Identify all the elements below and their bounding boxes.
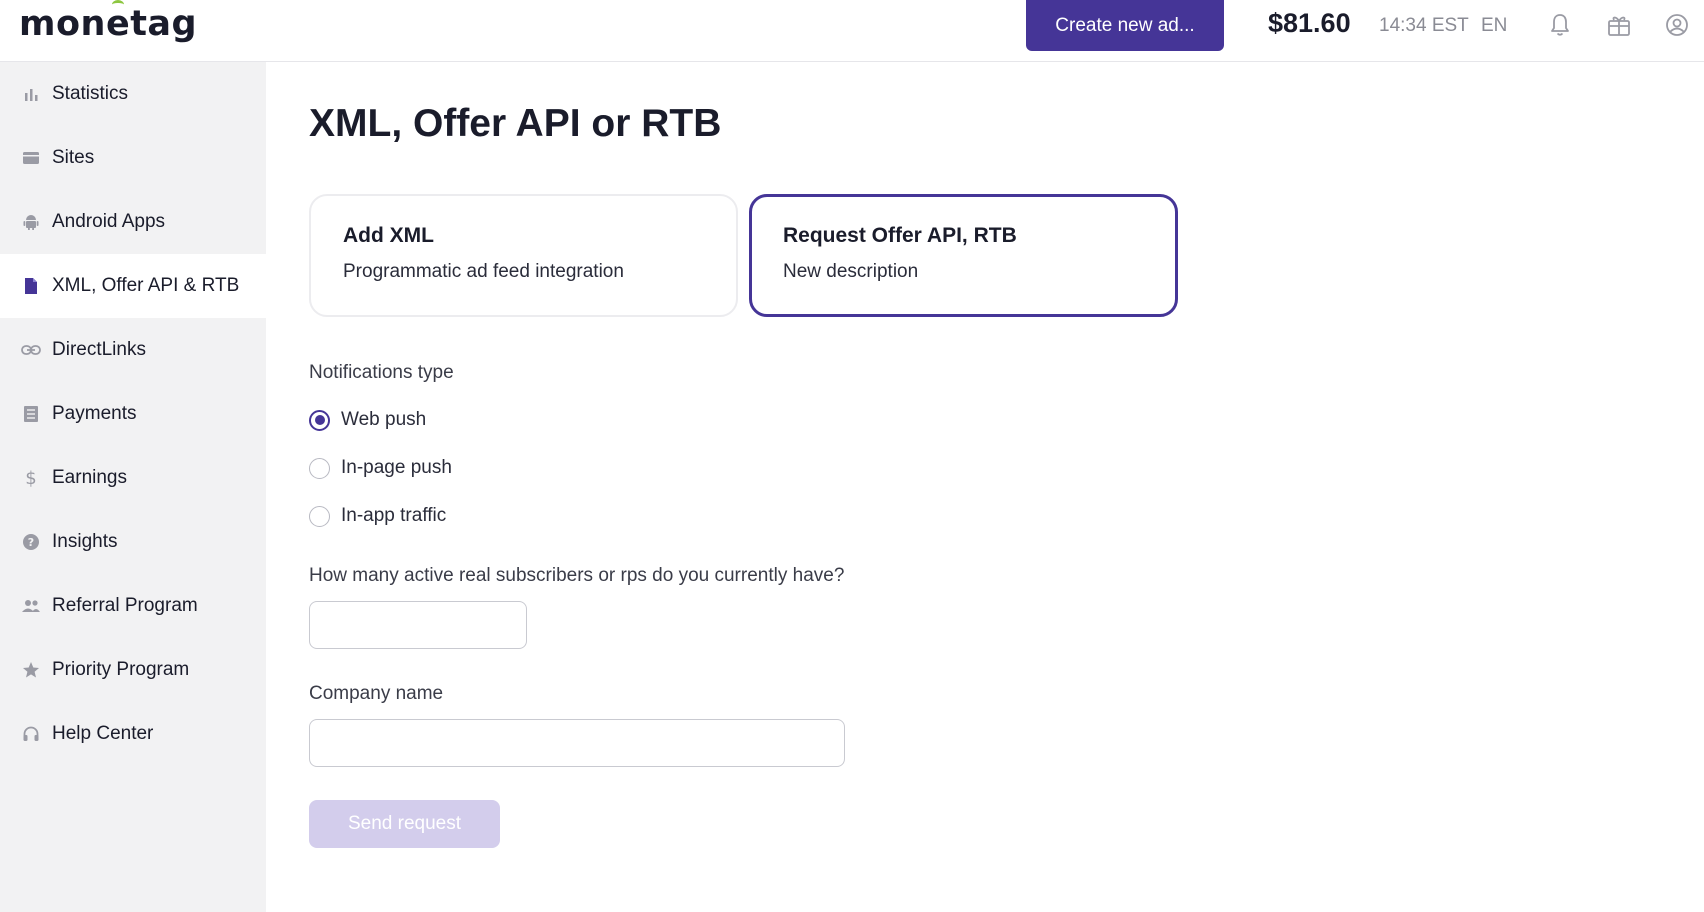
sidebar-item-label: Insights	[52, 531, 118, 552]
sidebar-item-label: XML, Offer API & RTB	[52, 275, 240, 296]
sidebar-item-label: Android Apps	[52, 211, 166, 232]
link-icon	[21, 340, 41, 360]
radio-in-app-traffic[interactable]: In-app traffic	[309, 503, 446, 529]
sidebar: Statistics Sites Android Apps XML, Offer…	[0, 62, 266, 912]
android-icon	[21, 212, 41, 232]
language-selector[interactable]: EN	[1481, 15, 1507, 37]
radio-in-page-push[interactable]: In-page push	[309, 455, 452, 481]
card-description: Programmatic ad feed integration	[343, 261, 624, 282]
sidebar-item-android-apps[interactable]: Android Apps	[0, 190, 266, 254]
notifications-type-label: Notifications type	[309, 362, 454, 383]
browser-icon	[21, 148, 41, 168]
svg-text:?: ?	[28, 536, 34, 549]
sidebar-item-xml-offer-api-rtb[interactable]: XML, Offer API & RTB	[0, 254, 266, 318]
sidebar-item-priority-program[interactable]: Priority Program	[0, 638, 266, 702]
help-circle-icon: ?	[21, 532, 41, 552]
sidebar-item-label: Priority Program	[52, 659, 190, 680]
send-request-button[interactable]: Send request	[309, 800, 500, 848]
sidebar-item-sites[interactable]: Sites	[0, 126, 266, 190]
receipt-icon	[21, 404, 41, 424]
subscribers-question-label: How many active real subscribers or rps …	[309, 565, 845, 586]
sidebar-item-label: Sites	[52, 147, 95, 168]
headset-icon	[21, 724, 41, 744]
star-icon	[21, 660, 41, 680]
account-balance: $81.60	[1268, 8, 1351, 38]
sidebar-item-label: DirectLinks	[52, 339, 146, 360]
sidebar-item-payments[interactable]: Payments	[0, 382, 266, 446]
sidebar-item-label: Referral Program	[52, 595, 198, 616]
card-title: Add XML	[343, 224, 434, 247]
logo-text-accent: e	[105, 0, 131, 44]
sidebar-item-insights[interactable]: ? Insights	[0, 510, 266, 574]
top-header: mon e tag Create new ad... $81.60 14:34 ES…	[0, 0, 1704, 62]
sidebar-item-directlinks[interactable]: DirectLinks	[0, 318, 266, 382]
dollar-icon: $	[25, 467, 37, 489]
document-icon	[21, 276, 41, 296]
monetag-logo[interactable]: mon e tag	[19, 0, 198, 44]
radio-label: In-page push	[341, 457, 452, 478]
card-title: Request Offer API, RTB	[783, 224, 1017, 247]
page-title: XML, Offer API or RTB	[309, 102, 722, 145]
gift-icon[interactable]	[1606, 12, 1632, 38]
logo-text-start: mon	[19, 4, 106, 44]
people-icon	[21, 596, 41, 616]
request-offer-api-rtb-card[interactable]: Request Offer API, RTB New description	[749, 194, 1178, 317]
sidebar-item-help-center[interactable]: Help Center	[0, 702, 266, 766]
radio-web-push[interactable]: Web push	[309, 407, 426, 433]
sidebar-item-statistics[interactable]: Statistics	[0, 62, 266, 126]
sidebar-item-referral-program[interactable]: Referral Program	[0, 574, 266, 638]
current-time: 14:34 EST	[1379, 15, 1469, 36]
subscribers-input[interactable]	[309, 601, 527, 649]
company-name-input[interactable]	[309, 719, 845, 767]
sidebar-item-label: Earnings	[52, 467, 127, 488]
create-new-ad-button[interactable]: Create new ad...	[1026, 0, 1224, 51]
sidebar-item-label: Statistics	[52, 83, 129, 104]
radio-label: In-app traffic	[341, 505, 447, 526]
add-xml-card[interactable]: Add XML Programmatic ad feed integration	[309, 194, 738, 317]
bell-icon[interactable]	[1547, 12, 1573, 38]
sidebar-item-label: Help Center	[52, 723, 154, 744]
radio-button[interactable]	[309, 505, 330, 527]
radio-label: Web push	[341, 409, 427, 430]
sidebar-item-earnings[interactable]: $ Earnings	[0, 446, 266, 510]
card-description: New description	[783, 261, 919, 282]
radio-button[interactable]	[309, 457, 330, 479]
logo-text-end: tag	[130, 4, 198, 44]
sidebar-item-label: Payments	[52, 403, 137, 424]
user-icon[interactable]	[1664, 12, 1690, 38]
radio-button[interactable]	[309, 409, 330, 431]
bar-chart-icon	[21, 84, 41, 104]
company-name-label: Company name	[309, 683, 444, 704]
